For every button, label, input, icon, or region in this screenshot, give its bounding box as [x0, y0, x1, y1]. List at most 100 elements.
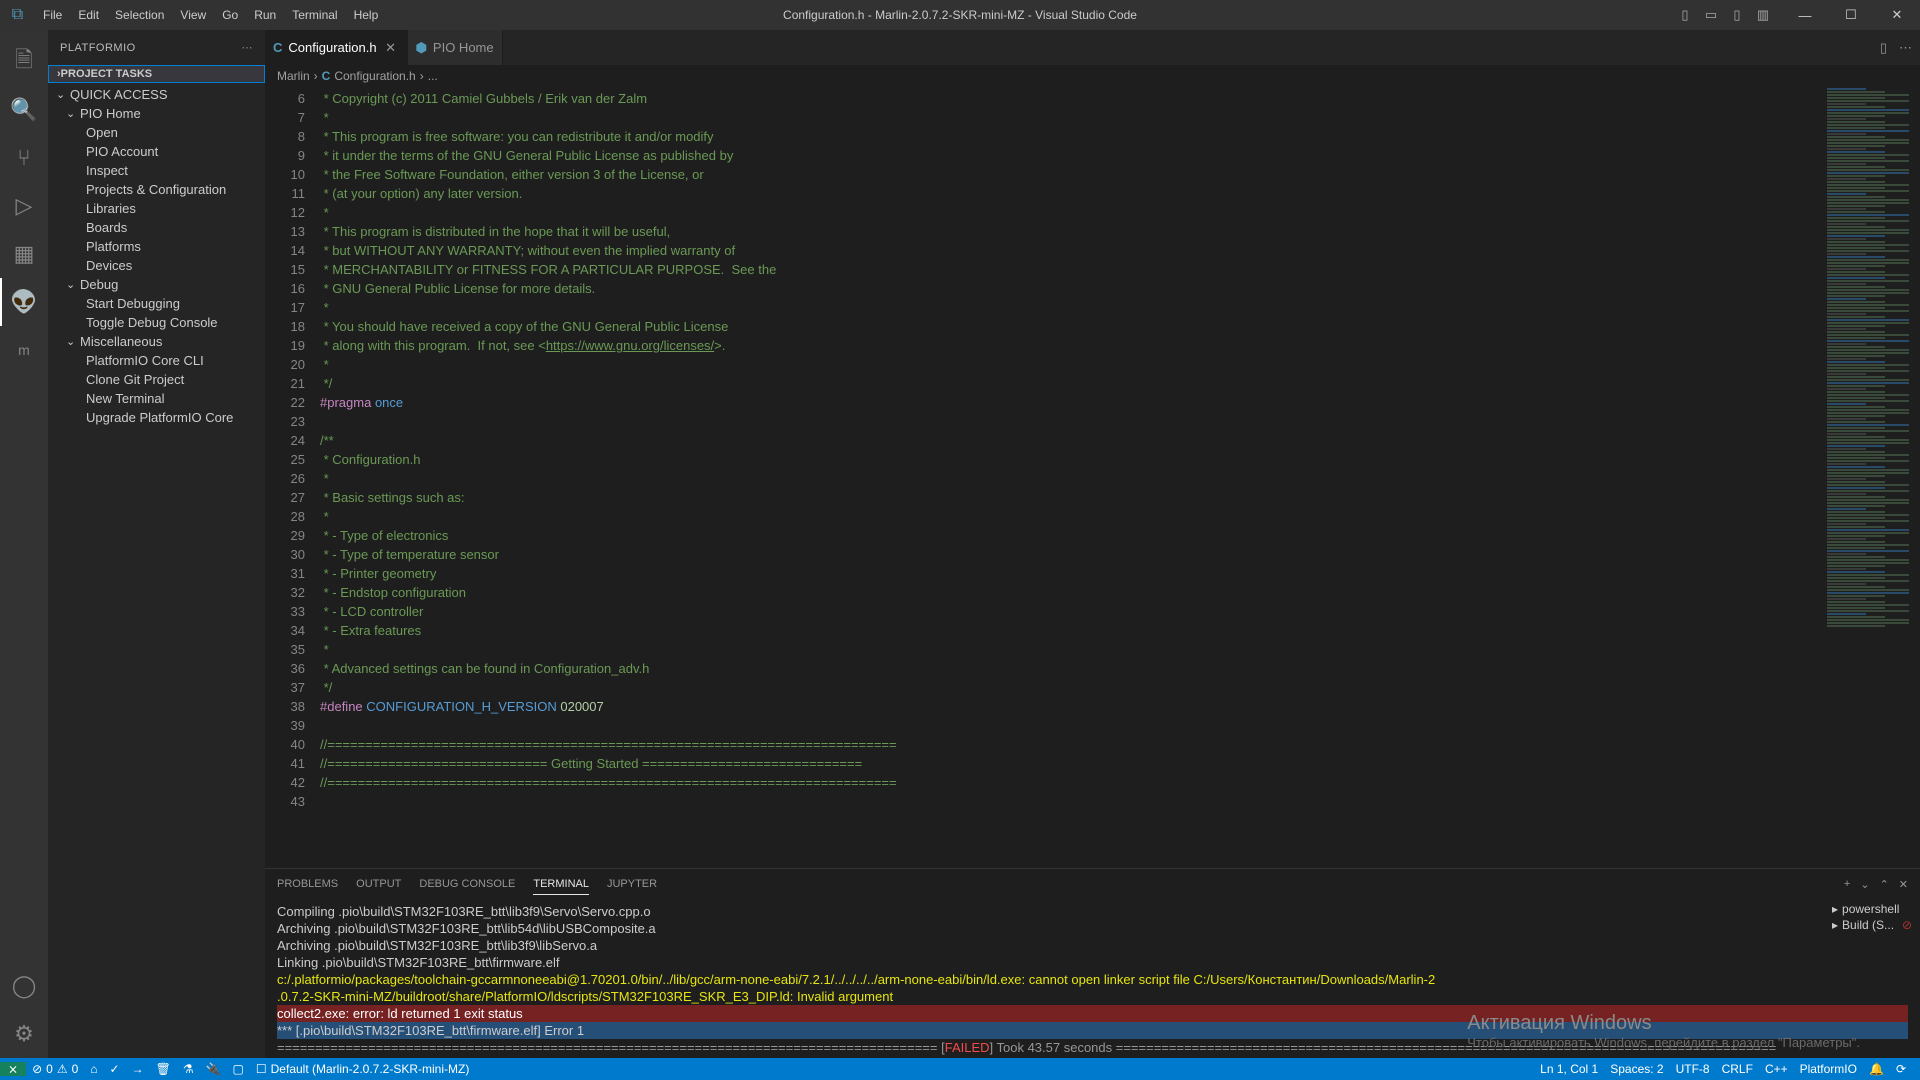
editor-tabs: CConfiguration.h✕⬢PIO Home ▯ ⋯	[265, 30, 1920, 65]
panel-tab-output[interactable]: OUTPUT	[356, 874, 401, 895]
tab-configuration.h[interactable]: CConfiguration.h✕	[265, 30, 408, 65]
sidebar-group-debug[interactable]: ⌄Debug	[48, 275, 265, 294]
sidebar-item-platforms[interactable]: Platforms	[48, 237, 265, 256]
project-tasks-label: PROJECT TASKS	[61, 68, 152, 80]
close-button[interactable]: ✕	[1874, 0, 1920, 30]
layout-toggle-secondary-icon[interactable]: ▯	[1726, 4, 1748, 26]
language-mode[interactable]: C++	[1759, 1062, 1794, 1076]
pio-clean-icon[interactable]: 🗑	[150, 1062, 177, 1076]
eol[interactable]: CRLF	[1716, 1062, 1759, 1076]
menu-terminal[interactable]: Terminal	[284, 0, 345, 30]
tab-pio-home[interactable]: ⬢PIO Home	[408, 30, 503, 65]
quick-access-section[interactable]: ⌄QUICK ACCESS	[48, 85, 265, 104]
cursor-position[interactable]: Ln 1, Col 1	[1534, 1062, 1604, 1076]
breadcrumb[interactable]: Marlin › C Configuration.h › ...	[265, 65, 1920, 87]
sidebar-item-upgrade-platformio-core[interactable]: Upgrade PlatformIO Core	[48, 408, 265, 427]
extensions-icon[interactable]: ▦	[0, 230, 48, 278]
pio-home-icon[interactable]: ⌂	[84, 1062, 103, 1076]
sidebar-group-miscellaneous[interactable]: ⌄Miscellaneous	[48, 332, 265, 351]
layout-toggle-panel-icon[interactable]: ▭	[1700, 4, 1722, 26]
sidebar-item-open[interactable]: Open	[48, 123, 265, 142]
kill-terminal-icon[interactable]: ⊘	[1902, 918, 1912, 932]
explorer-icon[interactable]: 🗎	[0, 38, 48, 86]
sidebar-title: PLATFORMIO	[60, 42, 136, 54]
tab-file-icon: C	[273, 40, 282, 55]
sidebar-item-projects-&-configuration[interactable]: Projects & Configuration	[48, 180, 265, 199]
platformio-status[interactable]: PlatformIO	[1794, 1062, 1863, 1076]
indentation[interactable]: Spaces: 2	[1604, 1062, 1669, 1076]
menu-run[interactable]: Run	[246, 0, 284, 30]
close-panel-icon[interactable]: ✕	[1899, 878, 1908, 891]
line-gutter: 6789101112131415161718192021222324252627…	[265, 87, 320, 868]
makefile-icon[interactable]: m	[0, 326, 48, 374]
panel-tab-debug-console[interactable]: DEBUG CONSOLE	[419, 874, 515, 895]
panel-tabs: PROBLEMS OUTPUT DEBUG CONSOLE TERMINAL JUPYT…	[265, 869, 1920, 899]
panel-tab-problems[interactable]: PROBLEMS	[277, 874, 338, 895]
breadcrumb-file[interactable]: Configuration.h	[334, 69, 415, 83]
accounts-icon[interactable]: ◯	[0, 962, 48, 1010]
sidebar-group-pio-home[interactable]: ⌄PIO Home	[48, 104, 265, 123]
panel-tab-jupyter[interactable]: JUPYTER	[607, 874, 657, 895]
sidebar-item-devices[interactable]: Devices	[48, 256, 265, 275]
sidebar-item-libraries[interactable]: Libraries	[48, 199, 265, 218]
sidebar-more-icon[interactable]: ⋯	[242, 41, 254, 54]
settings-gear-icon[interactable]: ⚙	[0, 1010, 48, 1058]
errors-warnings[interactable]: ⊘0 ⚠0	[26, 1062, 84, 1076]
run-debug-icon[interactable]: ▷	[0, 182, 48, 230]
source-control-icon[interactable]: ⑂	[0, 134, 48, 182]
menu-help[interactable]: Help	[346, 0, 387, 30]
menu-edit[interactable]: Edit	[70, 0, 107, 30]
project-tasks-section[interactable]: ›PROJECT TASKS	[48, 65, 265, 83]
platformio-icon[interactable]: 👽	[0, 278, 48, 326]
menu-view[interactable]: View	[172, 0, 214, 30]
menubar: FileEditSelectionViewGoRunTerminalHelp	[35, 0, 386, 30]
sidebar-item-clone-git-project[interactable]: Clone Git Project	[48, 370, 265, 389]
sidebar-item-boards[interactable]: Boards	[48, 218, 265, 237]
customize-layout-icon[interactable]: ▥	[1752, 4, 1774, 26]
remote-indicator[interactable]: ⨯	[0, 1062, 26, 1076]
sidebar-item-new-terminal[interactable]: New Terminal	[48, 389, 265, 408]
split-editor-icon[interactable]: ▯	[1880, 40, 1887, 56]
maximize-panel-icon[interactable]: ⌃	[1880, 878, 1889, 891]
sidebar-item-toggle-debug-console[interactable]: Toggle Debug Console	[48, 313, 265, 332]
menu-selection[interactable]: Selection	[107, 0, 172, 30]
breadcrumb-more[interactable]: ...	[428, 69, 438, 83]
sidebar-item-pio-account[interactable]: PIO Account	[48, 142, 265, 161]
terminal-session-0[interactable]: ▸powershell	[1832, 901, 1912, 917]
sidebar-item-platformio-core-cli[interactable]: PlatformIO Core CLI	[48, 351, 265, 370]
pio-terminal-icon[interactable]: ▢	[227, 1062, 250, 1076]
pio-test-icon[interactable]: ⚗	[177, 1062, 200, 1076]
pio-build-icon[interactable]: ✓	[104, 1062, 126, 1076]
titlebar: ⧉ FileEditSelectionViewGoRunTerminalHelp…	[0, 0, 1920, 30]
menu-file[interactable]: File	[35, 0, 70, 30]
terminal-dropdown-icon[interactable]: ⌄	[1860, 878, 1869, 891]
minimap[interactable]	[1823, 87, 1920, 868]
notifications-icon[interactable]: 🔔	[1863, 1062, 1890, 1076]
feedback-icon[interactable]: ⟳	[1890, 1062, 1912, 1076]
pio-env-switcher[interactable]: ☐Default (Marlin-2.0.7.2-SKR-mini-MZ)	[250, 1062, 475, 1076]
vscode-logo: ⧉	[0, 6, 35, 24]
tab-file-icon: ⬢	[416, 40, 427, 56]
close-tab-icon[interactable]: ✕	[383, 40, 399, 56]
terminal-list: ▸powershell▸Build (S...⊘	[1832, 901, 1912, 933]
sidebar-tree: ⌄QUICK ACCESS ⌄PIO HomeOpenPIO AccountIn…	[48, 83, 265, 429]
editor-more-icon[interactable]: ⋯	[1899, 40, 1912, 56]
sidebar-item-inspect[interactable]: Inspect	[48, 161, 265, 180]
window-title: Configuration.h - Marlin-2.0.7.2-SKR-min…	[783, 8, 1137, 22]
layout-toggle-sidebar-icon[interactable]: ▯	[1674, 4, 1696, 26]
terminal-content[interactable]: Compiling .pio\build\STM32F103RE_btt\lib…	[265, 899, 1920, 1058]
breadcrumb-root[interactable]: Marlin	[277, 69, 310, 83]
encoding[interactable]: UTF-8	[1670, 1062, 1716, 1076]
sidebar-item-start-debugging[interactable]: Start Debugging	[48, 294, 265, 313]
search-icon[interactable]: 🔍	[0, 86, 48, 134]
panel-tab-terminal[interactable]: TERMINAL	[533, 874, 589, 895]
code-editor[interactable]: * Copyright (c) 2011 Camiel Gubbels / Er…	[320, 87, 1823, 868]
menu-go[interactable]: Go	[214, 0, 246, 30]
new-terminal-icon[interactable]: +	[1844, 878, 1850, 891]
maximize-button[interactable]: ☐	[1828, 0, 1874, 30]
terminal-session-1[interactable]: ▸Build (S...⊘	[1832, 917, 1912, 933]
bottom-panel: PROBLEMS OUTPUT DEBUG CONSOLE TERMINAL JUPYT…	[265, 868, 1920, 1058]
pio-monitor-icon[interactable]: 🔌	[200, 1062, 227, 1076]
minimize-button[interactable]: —	[1782, 0, 1828, 30]
pio-upload-icon[interactable]: →	[126, 1062, 150, 1076]
